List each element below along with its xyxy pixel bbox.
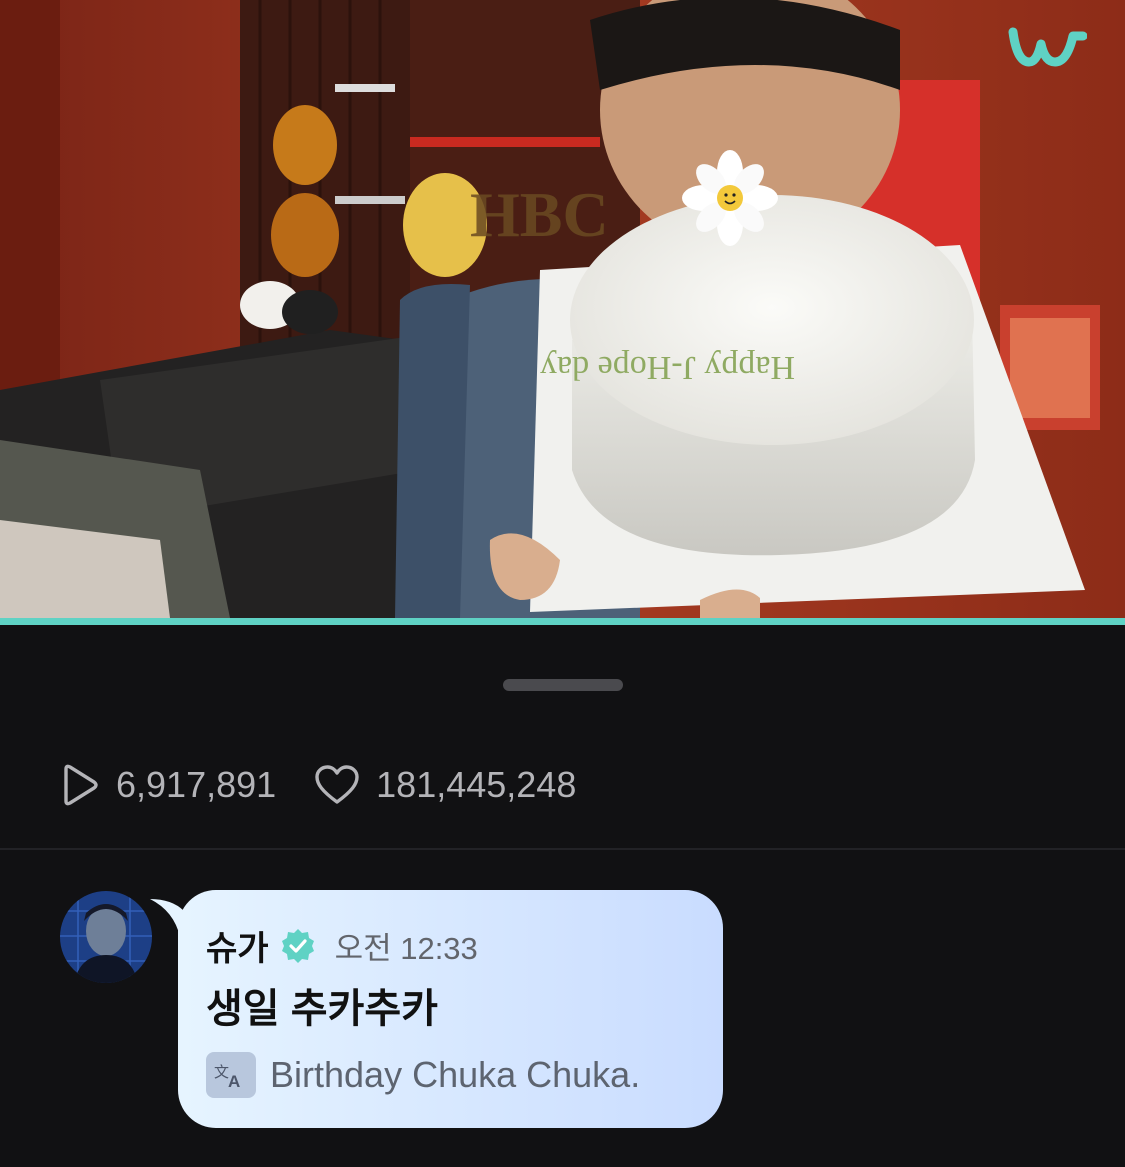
weverse-w-logo-icon <box>1007 22 1087 72</box>
video-progress-fill <box>0 618 1125 625</box>
comment-message: 생일 추카추카 <box>206 987 438 1031</box>
play-icon <box>64 764 98 806</box>
video-frame: HBC Happy J-Hope day <box>0 0 1125 618</box>
svg-text:HBC: HBC <box>470 179 609 250</box>
comment-meta: 슈가 오전 12:33 <box>206 920 693 970</box>
comment-bubble[interactable]: 슈가 오전 12:33 생일 추카추카 文 A Birthday Chuka C… <box>178 890 723 1128</box>
live-replay-screen: HBC Happy J-Hope day 6,917,891 181,445,2… <box>0 0 1125 1167</box>
svg-text:文: 文 <box>214 1063 229 1081</box>
video-progress-bar[interactable] <box>0 618 1125 625</box>
play-count: 6,917,891 <box>60 763 276 807</box>
play-count-value: 6,917,891 <box>116 764 277 805</box>
comment-time: 오전 12:33 <box>334 930 478 966</box>
sheet-drag-handle[interactable] <box>503 679 623 691</box>
section-divider <box>0 848 1125 850</box>
comment-translation: 文 A Birthday Chuka Chuka. <box>206 1052 693 1098</box>
svg-text:Happy J-Hope day: Happy J-Hope day <box>540 349 795 386</box>
avatar[interactable] <box>60 891 152 983</box>
comment-author[interactable]: 슈가 <box>206 921 269 970</box>
heart-icon[interactable] <box>314 764 360 806</box>
video-player[interactable]: HBC Happy J-Hope day <box>0 0 1125 618</box>
translation-text: Birthday Chuka Chuka. <box>270 1054 641 1095</box>
stats-row: 6,917,891 181,445,248 <box>60 758 576 812</box>
like-count-value: 181,445,248 <box>376 764 577 805</box>
translate-icon: 文 A <box>206 1052 256 1098</box>
verified-badge-icon <box>281 929 314 963</box>
like-count[interactable]: 181,445,248 <box>314 764 576 806</box>
svg-text:A: A <box>228 1072 240 1089</box>
